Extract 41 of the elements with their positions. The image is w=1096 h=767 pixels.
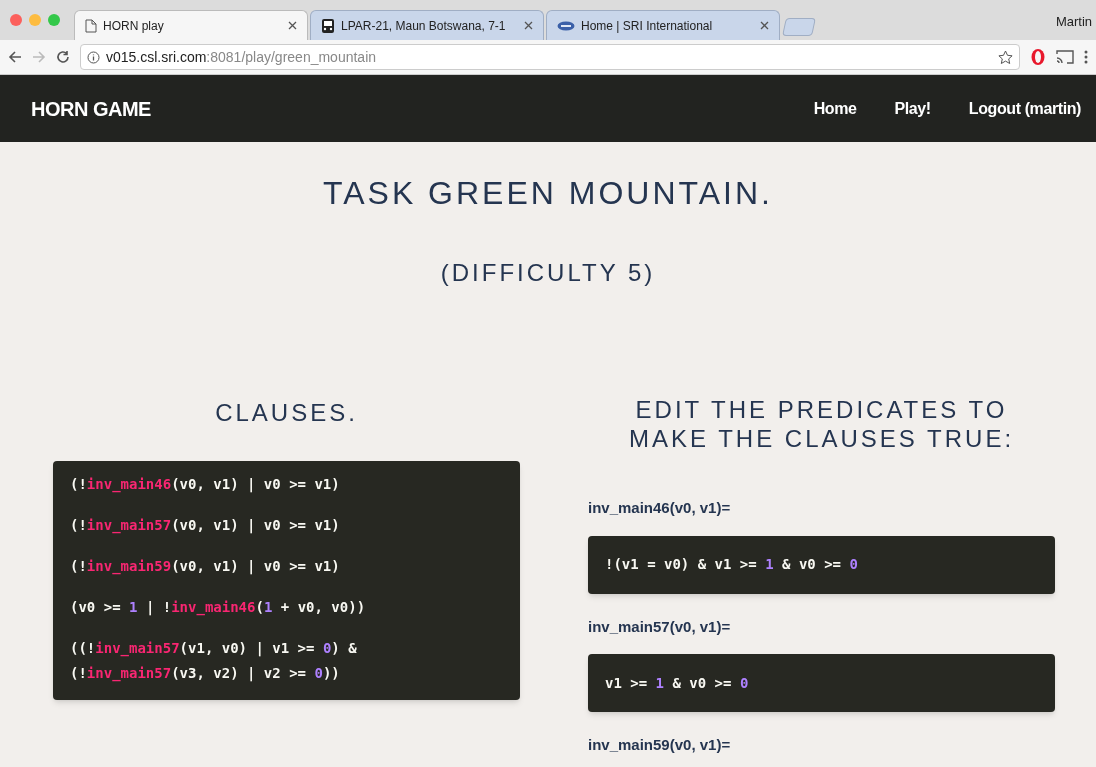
- opera-icon[interactable]: [1030, 48, 1046, 66]
- oval-logo-icon: [557, 20, 575, 31]
- address-bar[interactable]: v015.csl.sri.com:8081/play/green_mountain: [80, 44, 1020, 70]
- predicate-editor[interactable]: v1 >= 1 & v0 >= 0: [588, 654, 1055, 712]
- cast-icon[interactable]: [1056, 50, 1074, 64]
- tab-title: HORN play: [103, 17, 165, 35]
- predicate-label: inv_main59(v0, v1)=: [588, 735, 732, 755]
- browser-tab[interactable]: LPAR-21, Maun Botswana, 7-1: [310, 10, 544, 40]
- menu-icon[interactable]: [1084, 50, 1088, 64]
- close-icon[interactable]: [760, 21, 769, 30]
- clause-code-line: (!inv_main59(v0, v1) | v0 >= v1): [70, 557, 340, 575]
- difficulty-label: (DIFFICULTY 5): [440, 258, 656, 288]
- info-icon: [87, 50, 100, 64]
- clause-code-line: (!inv_main46(v0, v1) | v0 >= v1): [70, 475, 340, 493]
- url-text: v015.csl.sri.com:8081/play/green_mountain: [106, 47, 378, 67]
- browser-tab[interactable]: Home | SRI International: [546, 10, 780, 40]
- star-icon[interactable]: [998, 49, 1013, 65]
- clause-code-line: (!inv_main57(v0, v1) | v0 >= v1): [70, 516, 340, 534]
- clause-code-line: ((!inv_main57(v1, v0) | v1 >= 0) &: [70, 639, 357, 657]
- brand-link[interactable]: HORN GAME: [31, 93, 814, 124]
- nav-link[interactable]: Logout (martin): [968, 96, 1081, 121]
- browser-tab[interactable]: HORN play: [74, 10, 308, 40]
- predicate-label: inv_main46(v0, v1)=: [588, 498, 732, 518]
- predicate-label: inv_main57(v0, v1)=: [588, 616, 732, 637]
- nav-link[interactable]: Play!: [894, 96, 931, 121]
- profile-name[interactable]: Martin: [1055, 12, 1092, 32]
- tab-title: LPAR-21, Maun Botswana, 7-1: [341, 17, 507, 35]
- clauses-heading: CLAUSES.: [215, 398, 358, 428]
- page-title: TASK GREEN MOUNTAIN.: [323, 174, 773, 213]
- reload-icon[interactable]: [56, 50, 70, 64]
- bus-icon: [321, 18, 335, 33]
- predicates-heading: EDIT THE PREDICATES TO MAKE THE CLAUSES TRUE:: [627, 395, 1016, 453]
- clause-code-line: (v0 >= 1 | !inv_main46(1 + v0, v0)): [70, 598, 366, 616]
- nav-link[interactable]: Home: [813, 96, 857, 121]
- tab-title: Home | SRI International: [581, 17, 714, 35]
- page-icon: [85, 18, 97, 33]
- back-icon[interactable]: [8, 50, 22, 64]
- close-icon[interactable]: [524, 21, 533, 30]
- close-icon[interactable]: [288, 21, 297, 30]
- clause-code-line: (!inv_main57(v3, v2) | v2 >= 0)): [70, 664, 340, 682]
- predicate-editor[interactable]: !(v1 = v0) & v1 >= 1 & v0 >= 0: [588, 535, 1055, 594]
